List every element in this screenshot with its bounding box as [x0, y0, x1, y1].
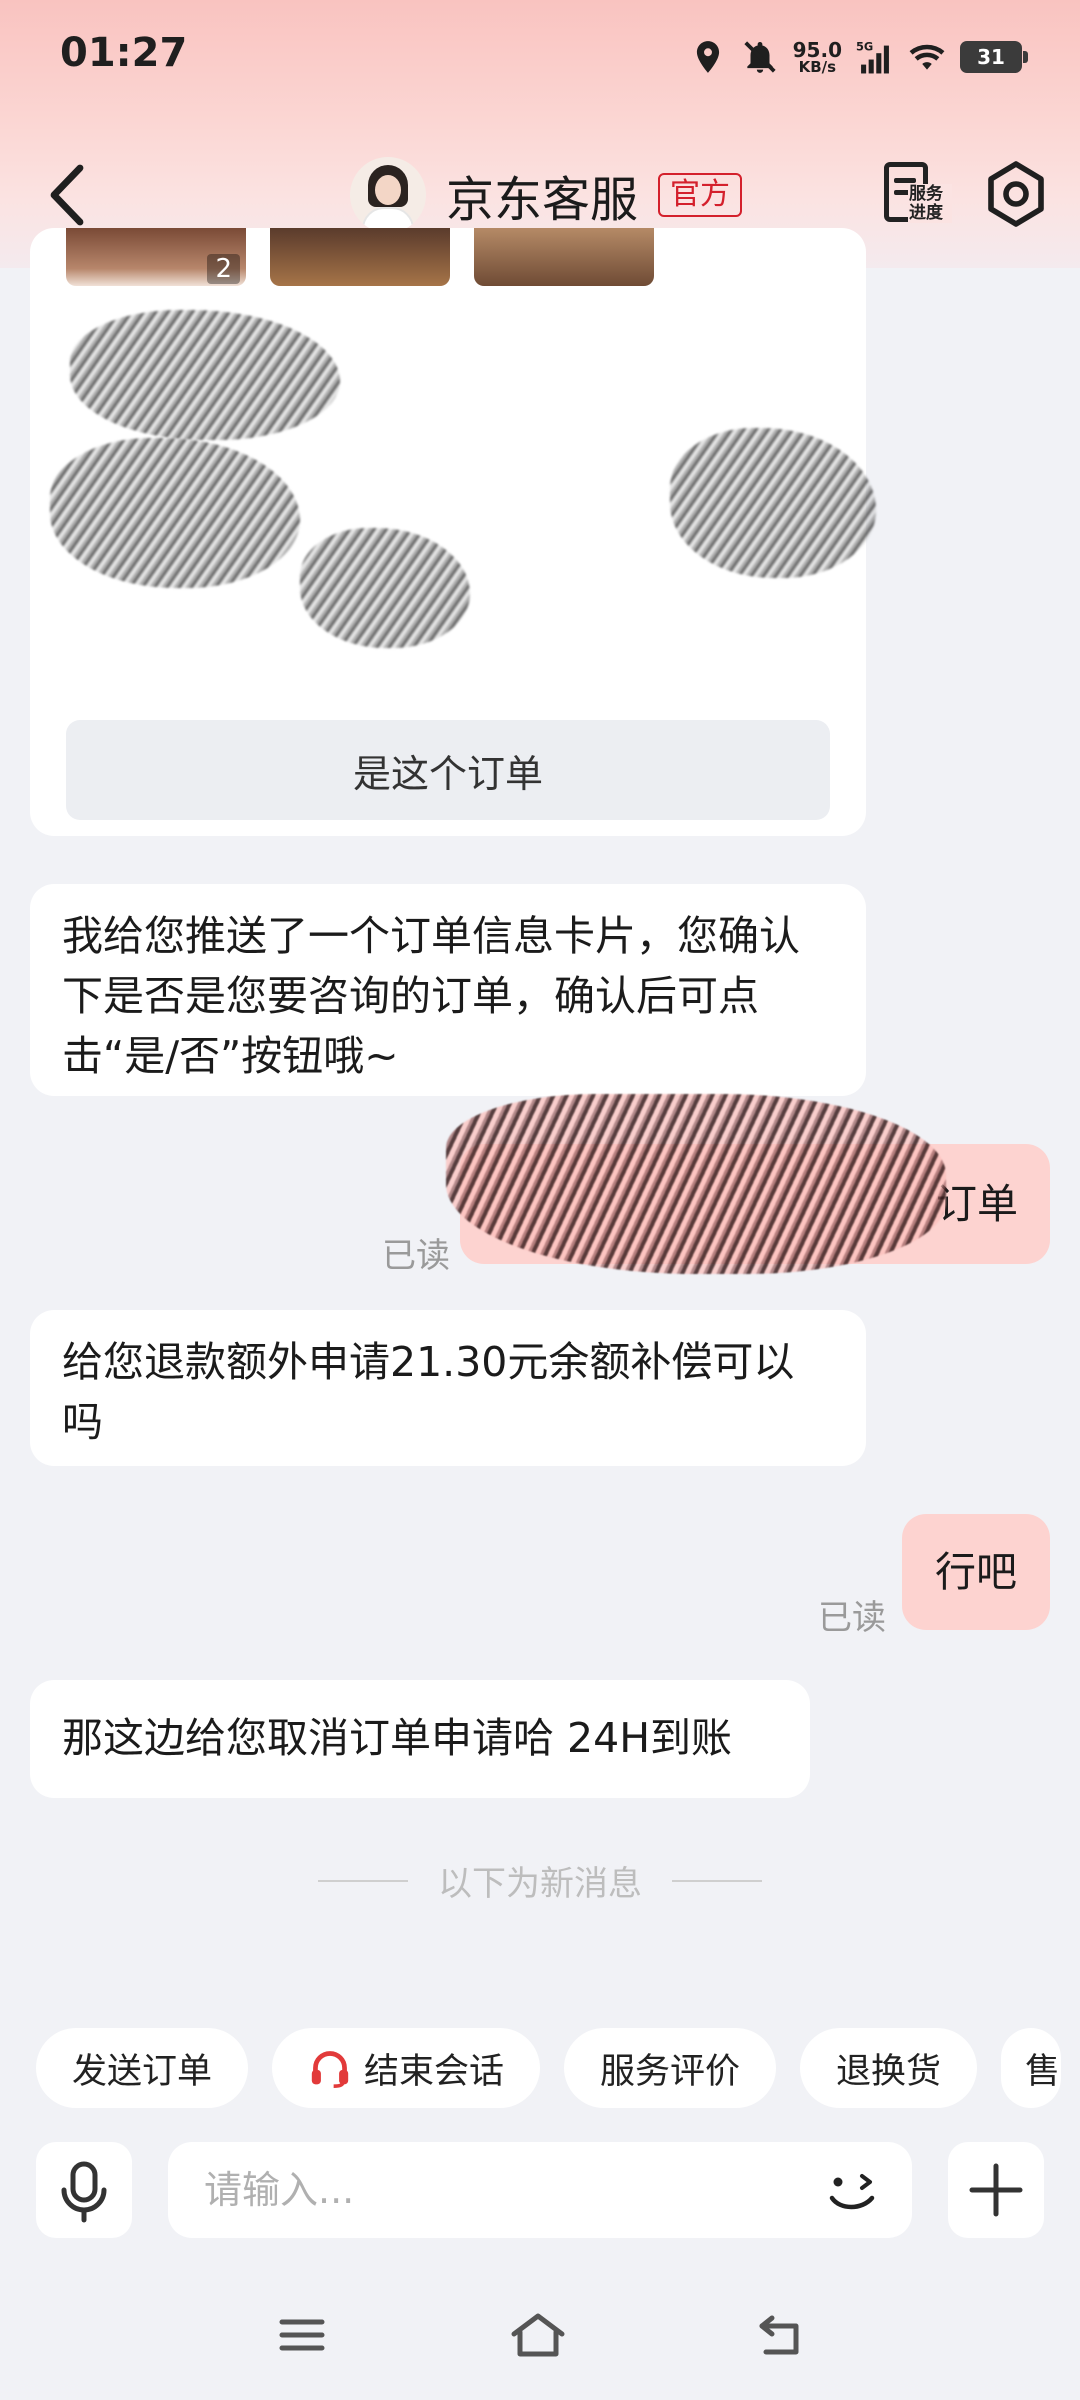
- settings-hexagon-icon[interactable]: [984, 160, 1048, 228]
- voice-input-button[interactable]: [36, 2142, 132, 2238]
- agent-info: 京东客服 官方: [350, 150, 743, 240]
- end-session-chip[interactable]: 结束会话: [272, 2028, 541, 2108]
- service-progress-button[interactable]: 服务进度: [880, 158, 952, 228]
- return-exchange-chip[interactable]: 退换货: [800, 2028, 978, 2108]
- net-speed: 95.0 KB/s: [792, 37, 842, 76]
- redaction-scribble: [50, 438, 300, 588]
- signal-icon: 5G: [856, 40, 889, 74]
- system-navigation-bar: [0, 2290, 1080, 2380]
- product-thumbnail[interactable]: 2: [66, 228, 246, 286]
- back-icon[interactable]: [752, 2310, 812, 2360]
- network-type: 5G: [856, 40, 873, 54]
- message-input[interactable]: [204, 2142, 764, 2238]
- chat-title: 京东客服: [446, 172, 639, 228]
- send-order-chip[interactable]: 发送订单: [36, 2028, 249, 2108]
- microphone-icon: [61, 2161, 107, 2223]
- service-progress-label: 服务进度: [908, 184, 952, 224]
- redaction-scribble: [70, 310, 340, 440]
- thumbnail-count: 2: [207, 254, 240, 284]
- quick-actions-bar: 发送订单 结束会话 服务评价 退换货 售: [36, 2028, 1062, 2108]
- wifi-icon: [909, 44, 945, 70]
- plus-icon: [969, 2163, 1023, 2217]
- product-thumbnail[interactable]: [474, 228, 654, 286]
- new-messages-divider: 以下为新消息: [0, 1856, 1080, 1905]
- agent-message: 那这边给您取消订单申请哈 24H到账: [30, 1680, 810, 1798]
- redaction-scribble: [670, 428, 876, 578]
- agent-avatar: [350, 157, 426, 233]
- status-bar: 01:27 95.0 KB/s 5G 31: [0, 0, 1080, 110]
- official-badge: 官方: [658, 173, 743, 217]
- read-receipt: 已读: [818, 1598, 886, 1638]
- redaction-scribble: [300, 528, 470, 648]
- order-info-card: 2 是这个订单: [30, 228, 876, 836]
- chat-messages: 2 是这个订单 我给您推送了一个订单信息卡片，您确认下是否是您要咨询的订单，确认…: [0, 228, 1080, 1968]
- my-message: 行吧: [902, 1514, 1050, 1630]
- status-time: 01:27: [60, 30, 188, 76]
- after-sales-chip[interactable]: 售: [1001, 2028, 1062, 2108]
- product-thumbnail[interactable]: [270, 228, 450, 286]
- emoji-wink-icon[interactable]: [820, 2160, 882, 2220]
- location-icon: [696, 41, 719, 73]
- redaction-scribble: [446, 1094, 946, 1274]
- service-rating-chip[interactable]: 服务评价: [564, 2028, 777, 2108]
- read-receipt: 已读: [382, 1236, 450, 1276]
- battery-indicator: 31: [960, 41, 1028, 73]
- menu-icon[interactable]: [272, 2310, 332, 2360]
- agent-message: 给您退款额外申请21.30元余额补偿可以吗: [30, 1310, 866, 1466]
- headset-icon: [311, 2051, 349, 2088]
- more-options-button[interactable]: [948, 2142, 1044, 2238]
- status-icons: 95.0 KB/s 5G 31: [689, 32, 1028, 82]
- divider-label: 以下为新消息: [438, 1864, 642, 1904]
- message-input-box: [168, 2142, 912, 2238]
- back-arrow-icon[interactable]: [42, 162, 92, 228]
- home-icon[interactable]: [508, 2310, 568, 2360]
- confirm-order-button[interactable]: 是这个订单: [66, 720, 830, 820]
- agent-message: 我给您推送了一个订单信息卡片，您确认下是否是您要咨询的订单，确认后可点击“是/否…: [30, 884, 866, 1096]
- mute-bell-icon: [744, 41, 776, 73]
